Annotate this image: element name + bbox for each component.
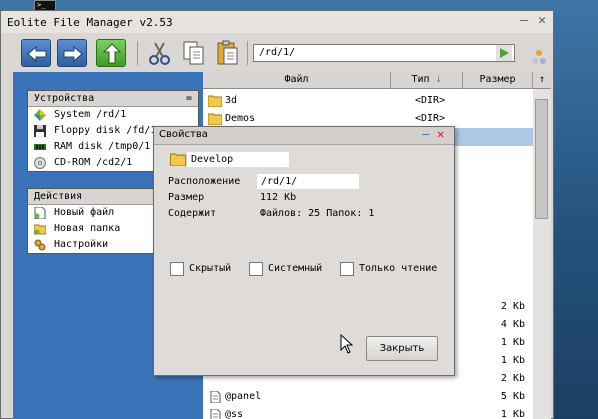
folder-icon xyxy=(170,153,186,166)
close-button[interactable]: Закрыть xyxy=(366,336,438,361)
action-label: Новая папка xyxy=(54,223,121,234)
arrow-left-icon xyxy=(27,45,47,63)
new-folder-icon xyxy=(34,224,46,235)
devices-header-label: Устройства xyxy=(34,93,95,104)
device-label: Floppy disk /fd/1/ xyxy=(54,125,163,136)
column-size-label: Размер xyxy=(479,74,516,85)
paste-icon xyxy=(217,40,238,65)
minimize-icon[interactable]: – xyxy=(517,14,531,28)
dialog-title: Свойства xyxy=(159,129,208,140)
hidden-label: Скрытый xyxy=(189,263,232,274)
close-icon[interactable]: ✕ xyxy=(437,127,444,141)
go-button[interactable] xyxy=(496,45,512,61)
device-label: RAM disk /tmp0/1 xyxy=(54,141,151,152)
hidden-checkbox[interactable] xyxy=(170,262,184,276)
collapse-icon[interactable]: = xyxy=(186,91,192,106)
column-header-type[interactable]: Тип ↓ xyxy=(391,72,463,89)
toolbar-separator xyxy=(137,41,138,65)
actions-header-label: Действия xyxy=(34,191,83,202)
settings-icon xyxy=(34,239,46,251)
system-checkbox[interactable] xyxy=(249,262,263,276)
up-button[interactable] xyxy=(96,39,126,67)
file-name: @ss xyxy=(225,409,244,419)
file-name: @panel xyxy=(225,391,262,402)
arrow-up-icon: ↑ xyxy=(538,74,546,85)
size-label: Размер xyxy=(168,192,205,203)
readonly-checkbox[interactable] xyxy=(340,262,354,276)
sort-down-icon: ↓ xyxy=(435,74,442,85)
file-name: 3d xyxy=(225,95,238,106)
new-file-icon xyxy=(34,207,46,219)
path-input[interactable]: /rd/1/ xyxy=(253,44,515,62)
play-icon xyxy=(500,48,509,58)
readonly-label: Только чтение xyxy=(359,263,438,274)
device-item-system[interactable]: System /rd/1 xyxy=(28,107,198,123)
toolbar-separator xyxy=(247,41,248,65)
arrow-up-icon xyxy=(102,43,122,64)
file-list-header: Файл Тип ↓ Размер ↑ xyxy=(203,72,551,89)
location-label: Расположение xyxy=(168,176,241,187)
file-icon xyxy=(210,409,221,419)
column-header-name[interactable]: Файл xyxy=(203,72,391,89)
floppy-icon xyxy=(34,125,46,137)
file-size: 1 Kb xyxy=(500,355,525,366)
device-label: System /rd/1 xyxy=(54,109,127,120)
file-size: 2 Kb xyxy=(500,373,525,384)
scrollbar-thumb[interactable] xyxy=(535,99,548,219)
list-item[interactable]: @panel 5 Kb xyxy=(203,388,533,406)
status-dots-icon xyxy=(532,50,546,64)
column-type-label: Тип xyxy=(411,74,430,85)
forward-button[interactable] xyxy=(57,39,87,67)
close-icon[interactable]: ✕ xyxy=(535,14,549,28)
devices-header[interactable]: Устройства = xyxy=(28,91,198,107)
properties-dialog: Свойства – ✕ Develop Расположение /rd/1/… xyxy=(153,126,455,376)
action-label: Настройки xyxy=(54,239,109,250)
system-icon xyxy=(34,109,46,121)
copy-icon xyxy=(183,41,204,65)
system-label: Системный xyxy=(268,263,323,274)
file-size: 1 Kb xyxy=(500,337,525,348)
scissors-icon xyxy=(149,42,170,65)
arrow-right-icon xyxy=(63,45,83,63)
location-field[interactable]: /rd/1/ xyxy=(257,174,359,189)
name-field[interactable]: Develop xyxy=(187,152,289,167)
file-type: <DIR> xyxy=(415,95,446,106)
file-size: 4 Kb xyxy=(500,319,525,330)
size-value: 112 Kb xyxy=(260,192,297,203)
scroll-up-button[interactable]: ↑ xyxy=(533,72,551,89)
ram-disk-icon xyxy=(34,144,46,150)
file-size: 1 Kb xyxy=(500,409,525,419)
status-indicator xyxy=(531,49,547,69)
column-name-label: Файл xyxy=(284,74,309,85)
column-header-size[interactable]: Размер xyxy=(463,72,533,89)
title-bar[interactable]: Eolite File Manager v2.53 – ✕ xyxy=(1,11,553,33)
contains-label: Содержит xyxy=(168,208,217,219)
cdrom-icon xyxy=(34,157,46,169)
device-label: CD-ROM /cd2/1 xyxy=(54,157,133,168)
contains-value: Файлов: 25 Папок: 1 xyxy=(260,208,375,219)
action-label: Новый файл xyxy=(54,207,115,218)
list-item[interactable]: @ss 1 Kb xyxy=(203,406,533,419)
dialog-title-bar[interactable]: Свойства – ✕ xyxy=(154,127,454,145)
minimize-icon[interactable]: – xyxy=(422,127,429,141)
cut-button[interactable] xyxy=(145,39,175,67)
file-size: 2 Kb xyxy=(500,301,525,312)
back-button[interactable] xyxy=(21,39,51,67)
list-item[interactable]: 3d <DIR> xyxy=(203,92,533,110)
file-icon xyxy=(210,391,221,403)
folder-icon xyxy=(208,95,222,107)
scrollbar[interactable] xyxy=(533,89,551,419)
copy-button[interactable] xyxy=(179,39,209,67)
window-title: Eolite File Manager v2.53 xyxy=(7,16,173,29)
folder-icon xyxy=(208,113,222,125)
mouse-cursor-icon xyxy=(340,334,354,354)
paste-button[interactable] xyxy=(213,39,243,67)
file-size: 5 Kb xyxy=(500,391,525,402)
